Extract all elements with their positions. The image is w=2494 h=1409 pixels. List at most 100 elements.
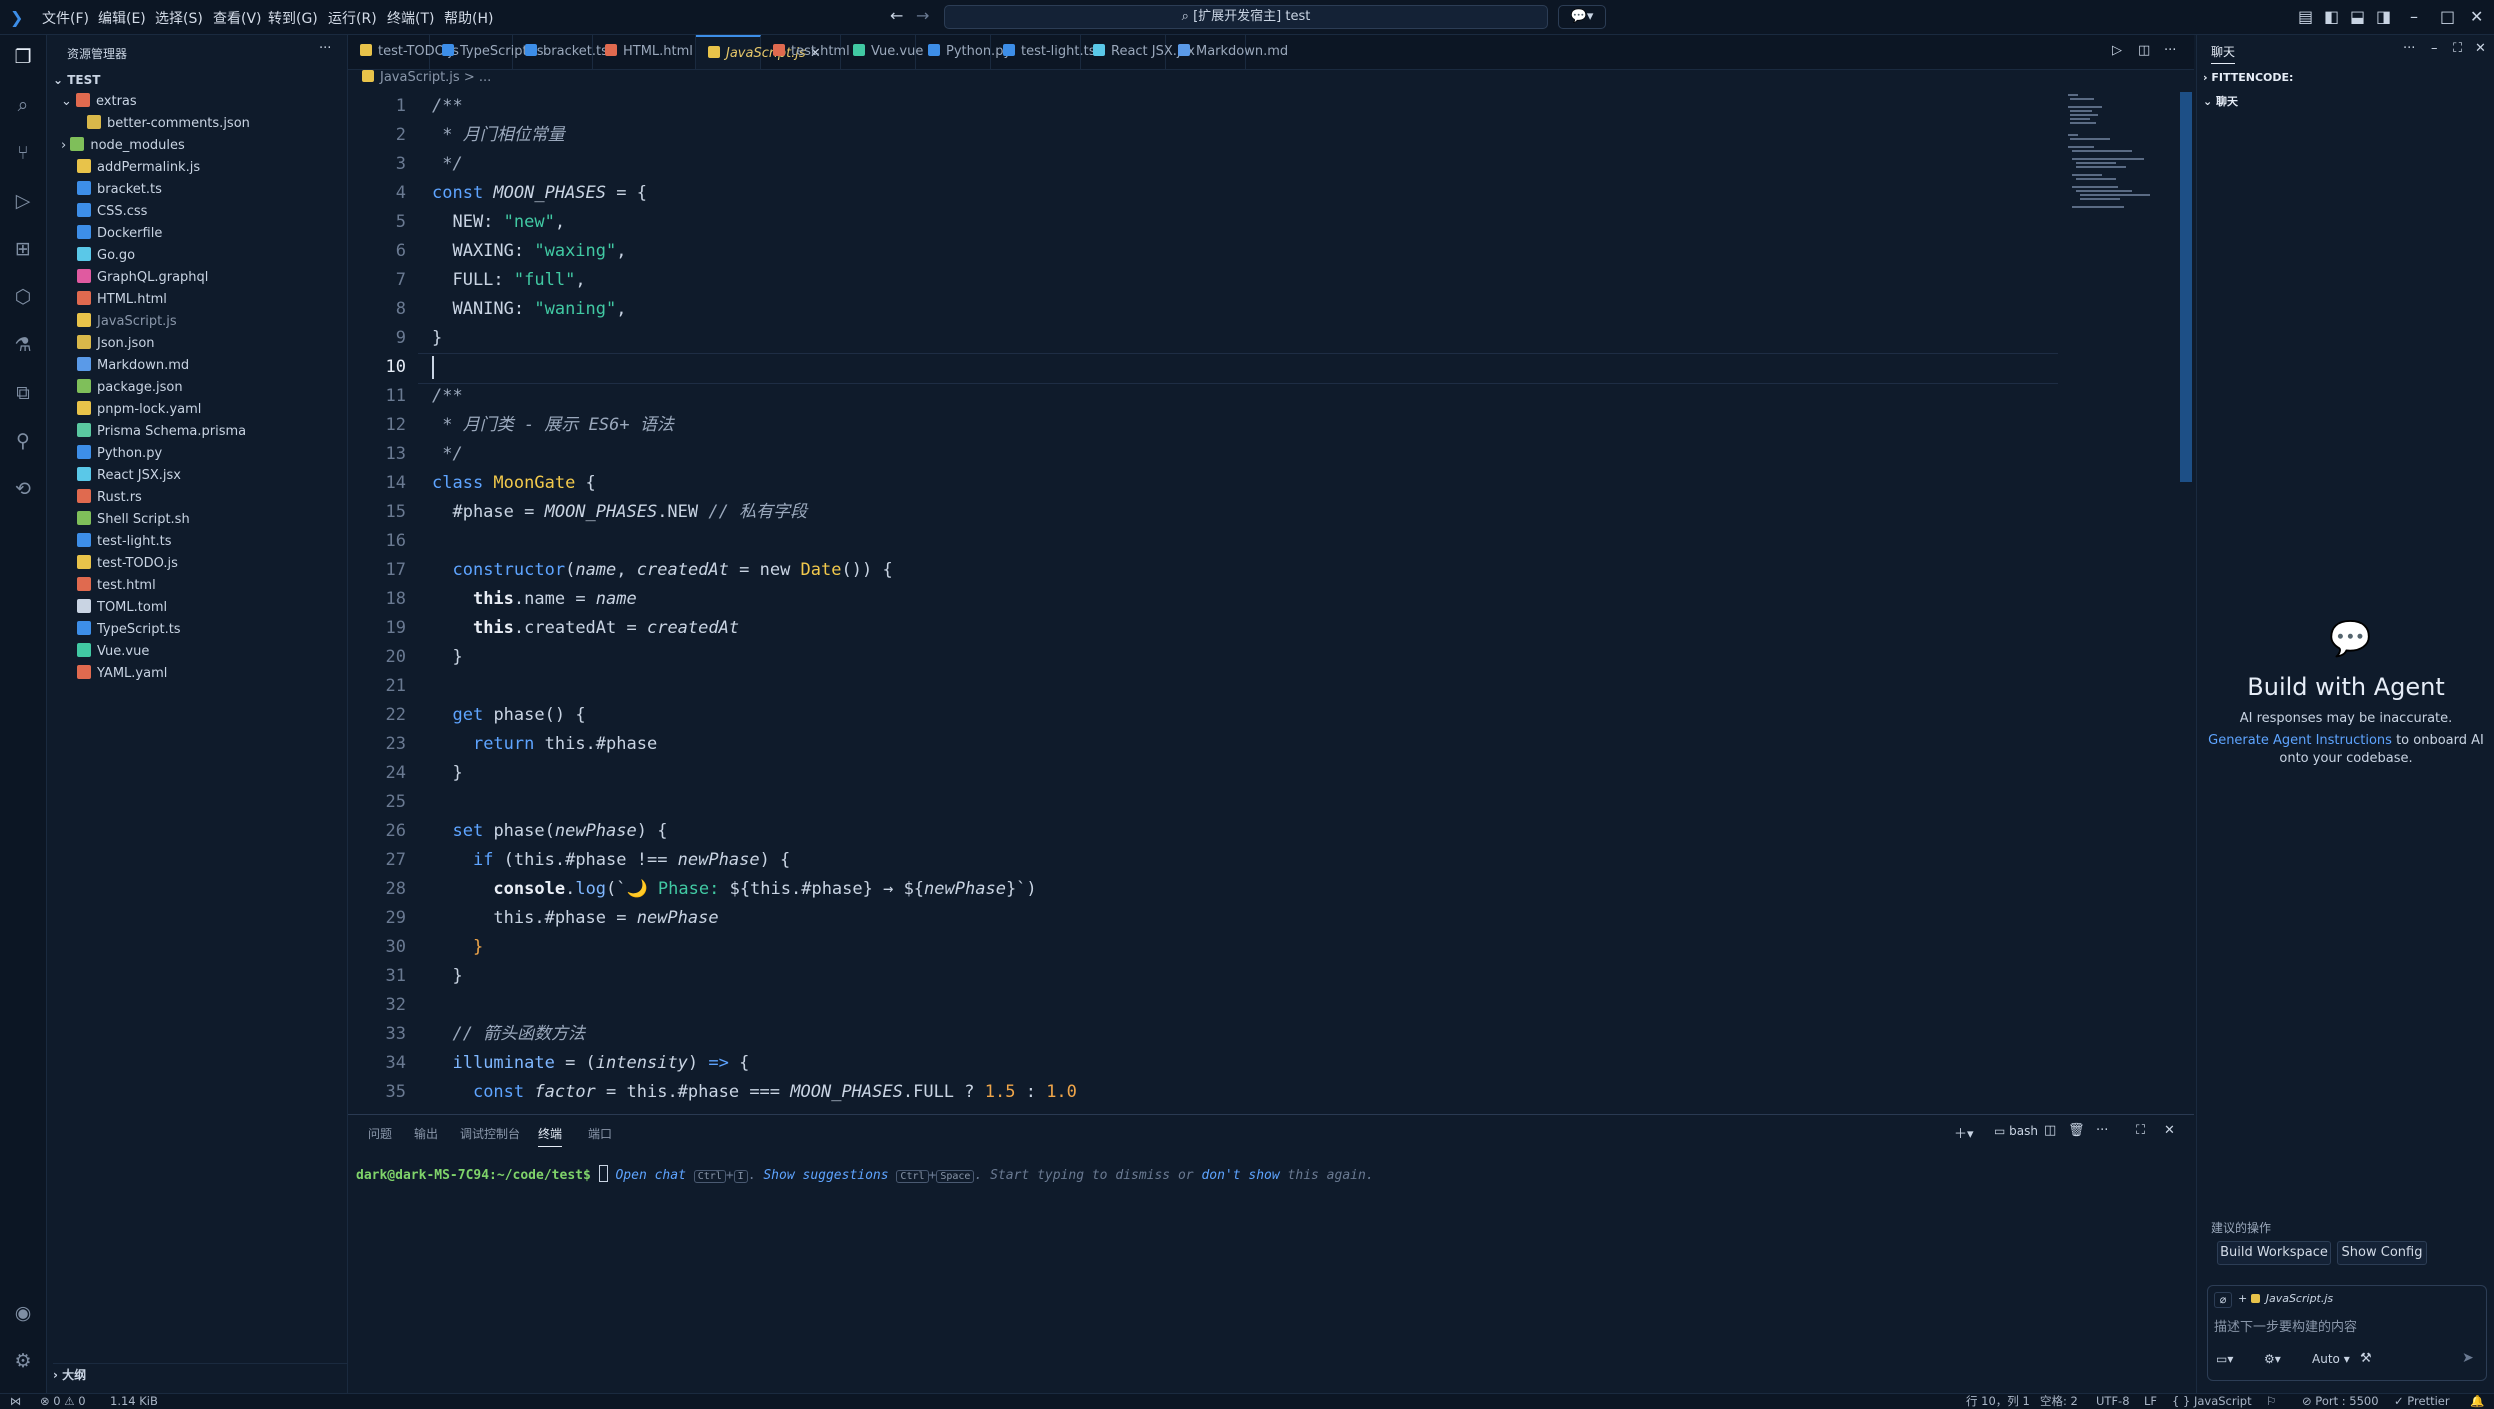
file-item[interactable]: Dockerfile [77,223,162,245]
git-graph-icon[interactable]: ⚲ [11,429,35,453]
minimize-icon[interactable]: – [2410,7,2418,26]
file-item[interactable]: React JSX.jsx [77,465,181,487]
panel-tab[interactable]: 问题 [368,1125,392,1142]
file-item[interactable]: Go.go [77,245,135,267]
context-file-chip[interactable]: + JavaScript.js [2238,1292,2333,1305]
end-of-line[interactable]: LF [2144,1394,2157,1409]
editor-tab[interactable]: test-TODO.js [348,35,459,69]
file-item[interactable]: TypeScript.ts [77,619,181,641]
split-editor-icon[interactable]: ◫ [2138,43,2150,58]
file-item[interactable]: CSS.css [77,201,147,223]
source-control-icon[interactable]: ⑂ [11,141,35,165]
menu-item[interactable]: 文件(F) [42,8,89,28]
fittencode-section[interactable]: › FITTENCODE: [2203,71,2293,84]
editor-tab[interactable]: test.html [761,35,850,69]
testing-icon[interactable]: ⚗ [11,333,35,357]
file-item[interactable]: package.json [77,377,183,399]
explorer-icon[interactable]: ❐ [11,45,35,69]
attach-icon[interactable]: ⌀ [2214,1292,2232,1308]
chat-more-icon[interactable]: ··· [2403,41,2415,56]
menu-item[interactable]: 运行(R) [328,8,377,28]
send-icon[interactable]: ➤ [2462,1350,2474,1366]
file-item[interactable]: Shell Script.sh [77,509,190,531]
outline-section[interactable]: › 大纲 [53,1363,347,1386]
package-icon[interactable]: ⬡ [11,285,35,309]
generate-instructions-link[interactable]: Generate Agent Instructions [2208,733,2392,748]
toggle-secondary-sidebar-icon[interactable]: ◨ [2376,7,2391,26]
toggle-panel-icon[interactable]: ⬓ [2350,7,2365,26]
command-center-search[interactable]: ⌕ [扩展开发宿主] test [944,5,1548,29]
editor-tab[interactable]: TypeScript.ts [430,35,544,69]
file-item[interactable]: GraphQL.graphql [77,267,208,289]
forward-arrow-icon[interactable]: → [916,6,929,25]
menu-item[interactable]: 编辑(E) [98,8,146,28]
problems-status[interactable]: ⊗ 0 ⚠ 0 [40,1394,86,1409]
cursor-position[interactable]: 行 10，列 1 [1966,1394,2030,1409]
file-item[interactable]: Markdown.md [77,355,189,377]
file-item[interactable]: Vue.vue [77,641,149,663]
notifications-bell-icon[interactable]: 🔔 [2470,1394,2484,1409]
maximize-panel-icon[interactable]: ⛶ [2136,1123,2145,1138]
editor-tab[interactable]: Vue.vue [841,35,923,69]
file-item[interactable]: test-light.ts [77,531,171,553]
file-item[interactable]: better-comments.json [87,113,250,135]
extensions-icon[interactable]: ⊞ [11,237,35,261]
layout-icon[interactable]: ▤ [2298,7,2313,26]
file-item[interactable]: JavaScript.js [77,311,177,333]
menu-item[interactable]: 终端(T) [387,8,434,28]
run-debug-icon[interactable]: ▷ [11,189,35,213]
chat-title[interactable]: 聊天 [2211,43,2236,64]
hint-show-suggestions[interactable]: Show suggestions [763,1168,888,1183]
editor-tab[interactable]: HTML.html [593,35,696,69]
chat-close-icon[interactable]: ✕ [2475,41,2486,56]
model-selector[interactable]: Auto ▾ [2312,1352,2350,1366]
panel-tab[interactable]: 输出 [414,1125,438,1142]
live-server-port[interactable]: ⊘ Port : 5500 [2302,1394,2379,1409]
close-panel-icon[interactable]: ✕ [2164,1123,2175,1138]
editor-tab[interactable]: Markdown.md [1166,35,1288,69]
prettier-status[interactable]: ✓ Prettier [2394,1394,2450,1409]
indent-spaces[interactable]: 空格: 2 [2040,1394,2078,1409]
editor-tab[interactable]: bracket.ts [513,35,608,69]
language-mode[interactable]: { } JavaScript [2172,1394,2252,1409]
kill-terminal-icon[interactable]: 🗑 [2068,1123,2085,1138]
remote-icon[interactable]: ⋈ [10,1394,22,1409]
timeline-icon[interactable]: ⟲ [11,477,35,501]
file-item[interactable]: addPermalink.js [77,157,200,179]
split-terminal-icon[interactable]: ◫ [2044,1123,2056,1138]
close-window-icon[interactable]: ✕ [2470,7,2483,26]
file-item[interactable]: Python.py [77,443,162,465]
show-config-button[interactable]: Show Config [2337,1241,2427,1265]
menu-item[interactable]: 查看(V) [213,8,262,28]
maximize-icon[interactable]: □ [2440,7,2455,26]
more-actions-icon[interactable]: ··· [319,41,331,56]
encoding[interactable]: UTF-8 [2096,1394,2130,1409]
remote-explorer-icon[interactable]: ⧉ [11,381,35,405]
minimap[interactable] [2066,92,2176,212]
menu-item[interactable]: 转到(G) [268,8,318,28]
file-item[interactable]: test.html [77,575,156,597]
editor-tab[interactable]: React JSX.jsx [1081,35,1195,69]
back-arrow-icon[interactable]: ← [890,6,903,25]
chat-input-box[interactable]: ⌀ + JavaScript.js 描述下一步要构建的内容 ▭▾ ⚙▾ Auto… [2207,1285,2487,1381]
menu-item[interactable]: 选择(S) [155,8,203,28]
panel-tab[interactable]: 端口 [588,1125,612,1142]
new-terminal-icon[interactable]: ＋▾ [1954,1123,1974,1142]
workspace-root[interactable]: ⌄ TEST [53,69,100,91]
toggle-sidebar-icon[interactable]: ◧ [2324,7,2339,26]
editor-more-icon[interactable]: ··· [2164,43,2176,58]
file-item[interactable]: bracket.ts [77,179,162,201]
file-item[interactable]: pnpm-lock.yaml [77,399,201,421]
hint-open-chat[interactable]: Open chat [615,1168,685,1183]
chat-minimize-icon[interactable]: – [2431,41,2438,56]
editor-tab[interactable]: test-light.ts [991,35,1095,69]
terminal-shell-label[interactable]: ▭ bash [1994,1124,2038,1138]
search-icon[interactable]: ⌕ [11,93,35,117]
settings-gear-icon[interactable]: ⚙ [11,1349,35,1373]
hint-dont-show[interactable]: don't show [1201,1168,1279,1183]
tools-icon[interactable]: ⚙▾ [2264,1352,2281,1366]
folder-item[interactable]: › node_modules [61,135,185,157]
chat-toggle-button[interactable]: 💬▾ [1558,5,1606,29]
chat-section[interactable]: ⌄ 聊天 [2203,93,2238,109]
file-item[interactable]: HTML.html [77,289,167,311]
